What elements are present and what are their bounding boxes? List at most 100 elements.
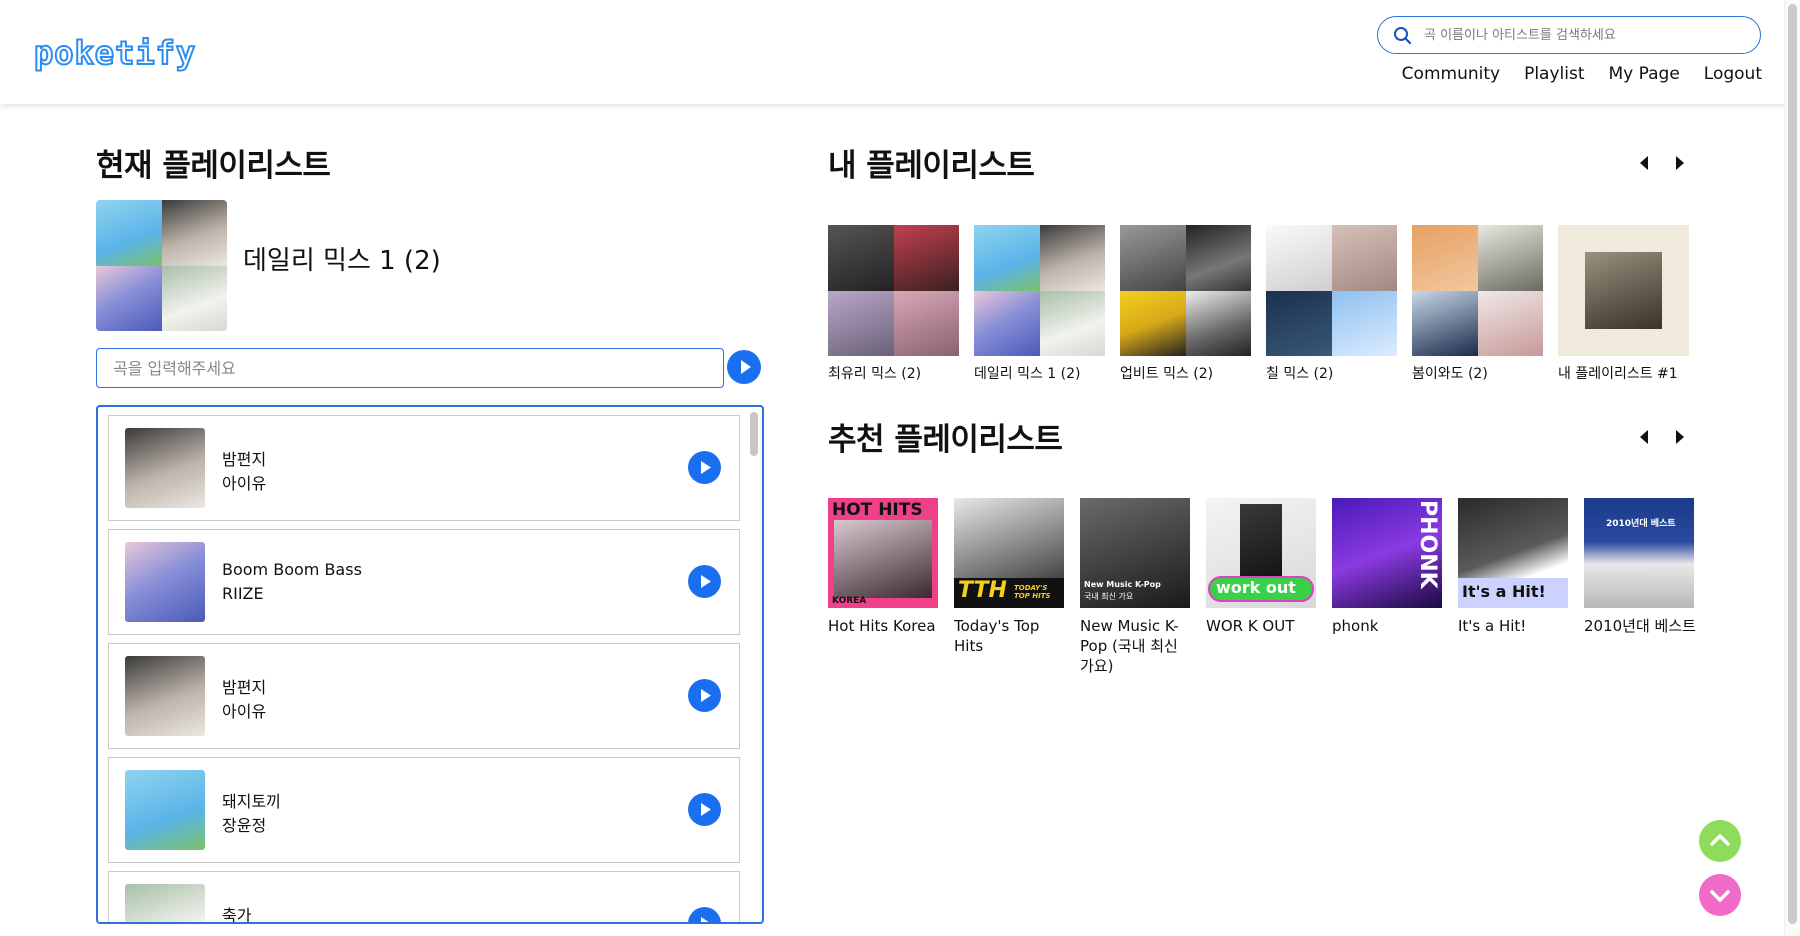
nav-logout[interactable]: Logout xyxy=(1704,64,1762,84)
song-title: Boom Boom Bass xyxy=(222,560,362,579)
song-artist: 아이유 xyxy=(222,702,267,721)
search-input[interactable] xyxy=(1424,23,1744,47)
playlist-name: 2010년대 베스트 xyxy=(1584,617,1696,635)
playlist-name: WOR K OUT xyxy=(1206,617,1295,635)
cover-subtext: KOREA xyxy=(832,596,867,606)
playlist-cover: HOT HITS KOREA xyxy=(828,498,938,608)
play-icon xyxy=(701,461,711,474)
my-playlists-title: 내 플레이리스트 xyxy=(828,148,1035,184)
song-title: 돼지토끼 xyxy=(222,792,281,811)
playlist-cover: work out xyxy=(1206,498,1316,608)
song-title: 밤편지 xyxy=(222,450,267,469)
cover-text: 2010년대 베스트 xyxy=(1606,519,1676,529)
song-input[interactable] xyxy=(113,357,703,379)
play-song-button[interactable] xyxy=(688,451,721,484)
nav-my-page[interactable]: My Page xyxy=(1608,64,1679,84)
cover-text: HOT HITS xyxy=(832,500,923,520)
recommended-title: 추천 플레이리스트 xyxy=(828,422,1063,458)
scroll-down-button[interactable] xyxy=(1699,874,1741,916)
song-artist: 장윤정 xyxy=(222,816,267,835)
recommended-card[interactable]: HOT HITS KOREA Hot Hits Korea xyxy=(828,498,940,636)
chevron-up-icon xyxy=(1710,834,1730,846)
cover-subtext: TODAY'S TOP HITS xyxy=(1014,584,1051,600)
playlist-name: phonk xyxy=(1332,617,1379,635)
playlist-cover: PHONK xyxy=(1332,498,1442,608)
playlist-cover: 2010년대 베스트 xyxy=(1584,498,1694,608)
current-playlist-title: 현재 플레이리스트 xyxy=(96,148,331,184)
play-icon xyxy=(701,803,711,816)
song-item[interactable]: 밤편지 아이유 xyxy=(108,643,740,749)
song-album-art xyxy=(125,770,205,850)
play-song-button[interactable] xyxy=(688,907,721,922)
play-song-button[interactable] xyxy=(688,565,721,598)
prev-arrow-icon[interactable] xyxy=(1638,154,1650,172)
my-playlist-card[interactable]: 업비트 믹스 (2) xyxy=(1120,225,1251,383)
playlist-name: It's a Hit! xyxy=(1458,617,1527,635)
song-title: 축가 xyxy=(222,906,252,924)
song-album-art xyxy=(125,884,205,922)
my-playlists-nav xyxy=(1638,154,1686,172)
my-playlist-card[interactable]: 최유리 믹스 (2) xyxy=(828,225,959,383)
cover-text: New Music K-Pop xyxy=(1084,580,1161,589)
top-header: poketify Community Playlist My Page Logo… xyxy=(0,0,1800,104)
playlist-name: Today's Top Hits xyxy=(954,617,1040,655)
cover-text: work out xyxy=(1216,578,1296,597)
search-bar[interactable] xyxy=(1377,16,1761,54)
song-artist: 아이유 xyxy=(222,474,267,493)
page-scrollbar[interactable] xyxy=(1784,0,1800,936)
prev-arrow-icon[interactable] xyxy=(1638,428,1650,446)
song-album-art xyxy=(125,428,205,508)
next-arrow-icon[interactable] xyxy=(1674,154,1686,172)
recommended-card[interactable]: TTH TODAY'S TOP HITS Today's Top Hits xyxy=(954,498,1066,656)
current-playlist-name: 데일리 믹스 1 (2) xyxy=(243,246,441,276)
playlist-name: Hot Hits Korea xyxy=(828,617,936,635)
my-playlist-card[interactable]: 칠 믹스 (2) xyxy=(1266,225,1397,383)
recommended-nav xyxy=(1638,428,1686,446)
playlist-name: 봄이와도 (2) xyxy=(1412,366,1488,382)
main-nav: Community Playlist My Page Logout xyxy=(1402,64,1762,84)
playlist-name: 데일리 믹스 1 (2) xyxy=(974,366,1081,382)
scroll-up-button[interactable] xyxy=(1699,820,1741,862)
playlist-name: 칠 믹스 (2) xyxy=(1266,366,1334,382)
song-title: 밤편지 xyxy=(222,678,267,697)
song-list-scrollbar[interactable] xyxy=(748,409,760,920)
my-playlist-card[interactable]: 내 플레이리스트 #1 xyxy=(1558,225,1689,383)
my-playlist-card[interactable]: 데일리 믹스 1 (2) xyxy=(974,225,1105,383)
next-arrow-icon[interactable] xyxy=(1674,428,1686,446)
recommended-card[interactable]: New Music K-Pop 국내 최신 가요 New Music K-Pop… xyxy=(1080,498,1192,676)
cover-subtext: 국내 최신 가요 xyxy=(1084,592,1134,601)
nav-community[interactable]: Community xyxy=(1402,64,1500,84)
song-input-box[interactable] xyxy=(96,348,724,388)
play-icon xyxy=(701,575,711,588)
recommended-card[interactable]: PHONK phonk xyxy=(1332,498,1444,636)
playlist-name: 내 플레이리스트 #1 xyxy=(1558,366,1678,382)
recommended-card[interactable]: 2010년대 베스트 2010년대 베스트 xyxy=(1584,498,1696,636)
play-song-button[interactable] xyxy=(688,679,721,712)
add-song-button[interactable] xyxy=(727,350,761,384)
recommended-card[interactable]: It's a Hit! It's a Hit! xyxy=(1458,498,1570,636)
play-song-button[interactable] xyxy=(688,793,721,826)
song-item[interactable]: 축가 xyxy=(108,871,740,924)
recommended-card[interactable]: work out WOR K OUT xyxy=(1206,498,1318,636)
playlist-cover xyxy=(1120,225,1251,356)
my-playlist-card[interactable]: 봄이와도 (2) xyxy=(1412,225,1543,383)
song-album-art xyxy=(125,656,205,736)
play-icon xyxy=(701,689,711,702)
nav-playlist[interactable]: Playlist xyxy=(1524,64,1584,84)
playlist-cover: It's a Hit! xyxy=(1458,498,1568,608)
cover-text: TTH xyxy=(958,578,1007,603)
song-album-art xyxy=(125,542,205,622)
playlist-name: 업비트 믹스 (2) xyxy=(1120,366,1214,382)
current-playlist-cover xyxy=(96,200,227,331)
play-icon xyxy=(701,917,709,922)
song-item[interactable]: 밤편지 아이유 xyxy=(108,415,740,521)
playlist-cover xyxy=(974,225,1105,356)
playlist-cover: TTH TODAY'S TOP HITS xyxy=(954,498,1064,608)
song-item[interactable]: Boom Boom Bass RIIZE xyxy=(108,529,740,635)
logo[interactable]: poketify xyxy=(33,33,196,73)
song-item[interactable]: 돼지토끼 장윤정 xyxy=(108,757,740,863)
song-list[interactable]: 밤편지 아이유 Boom Boom Bass RIIZE 밤편지 아이유 돼지토… xyxy=(96,405,764,924)
playlist-cover xyxy=(828,225,959,356)
playlist-cover xyxy=(1266,225,1397,356)
song-artist: RIIZE xyxy=(222,584,264,603)
